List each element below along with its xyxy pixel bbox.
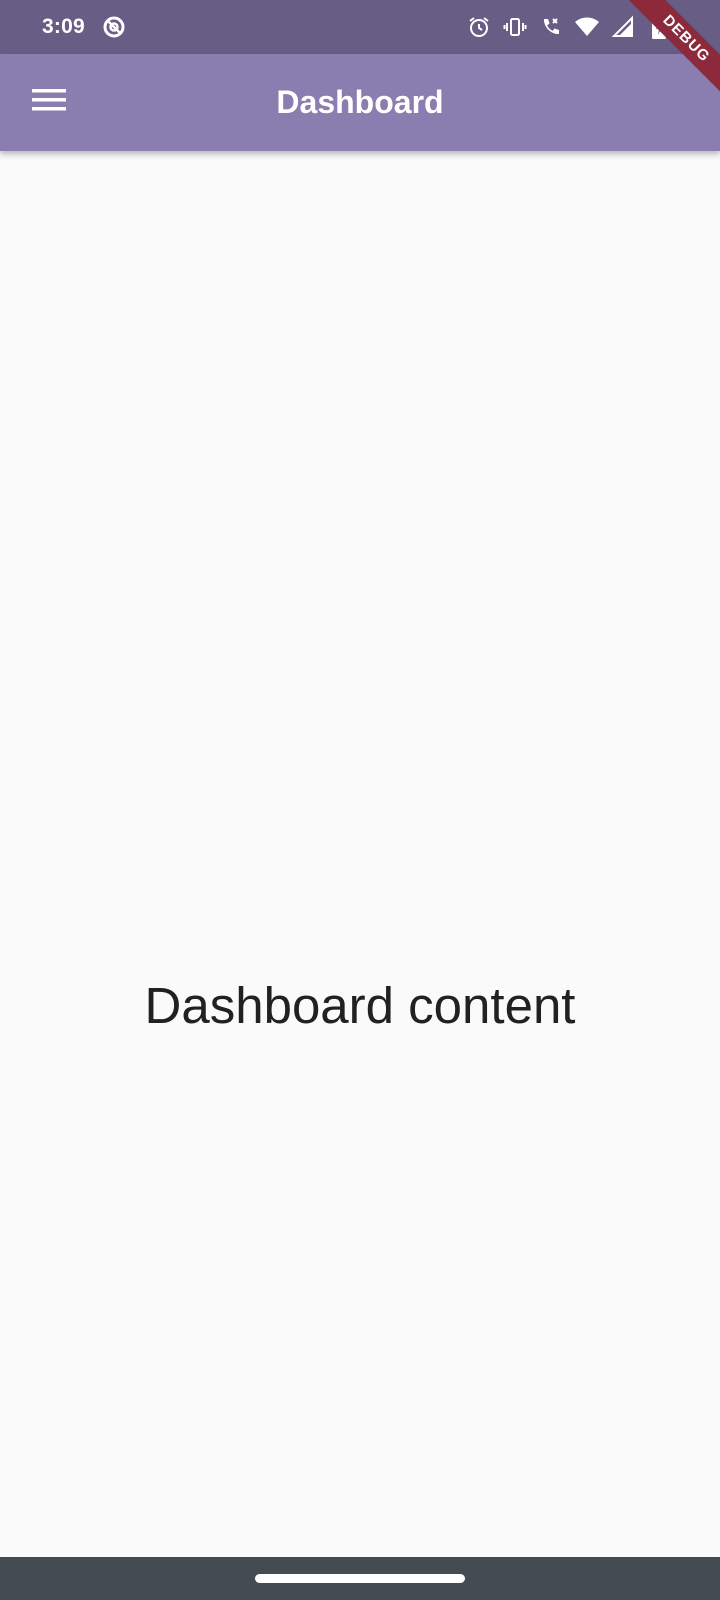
wifi-calling-icon (538, 14, 564, 40)
status-time: 3:09 (42, 15, 85, 38)
app-bar: Dashboard (0, 54, 720, 151)
home-indicator[interactable] (255, 1574, 465, 1583)
app-bar-title: Dashboard (276, 84, 444, 120)
system-nav-bar (0, 1557, 720, 1600)
vibrate-icon (502, 14, 528, 40)
wifi-icon (574, 14, 600, 40)
battery-icon (646, 14, 672, 40)
content-text: Dashboard content (144, 976, 576, 1034)
status-bar: 3:09 (0, 0, 720, 54)
main-content: Dashboard content (0, 151, 720, 1557)
alarm-icon (466, 14, 492, 40)
cell-signal-icon (610, 14, 636, 40)
sync-disabled-icon (101, 14, 127, 40)
status-icons (466, 12, 672, 42)
